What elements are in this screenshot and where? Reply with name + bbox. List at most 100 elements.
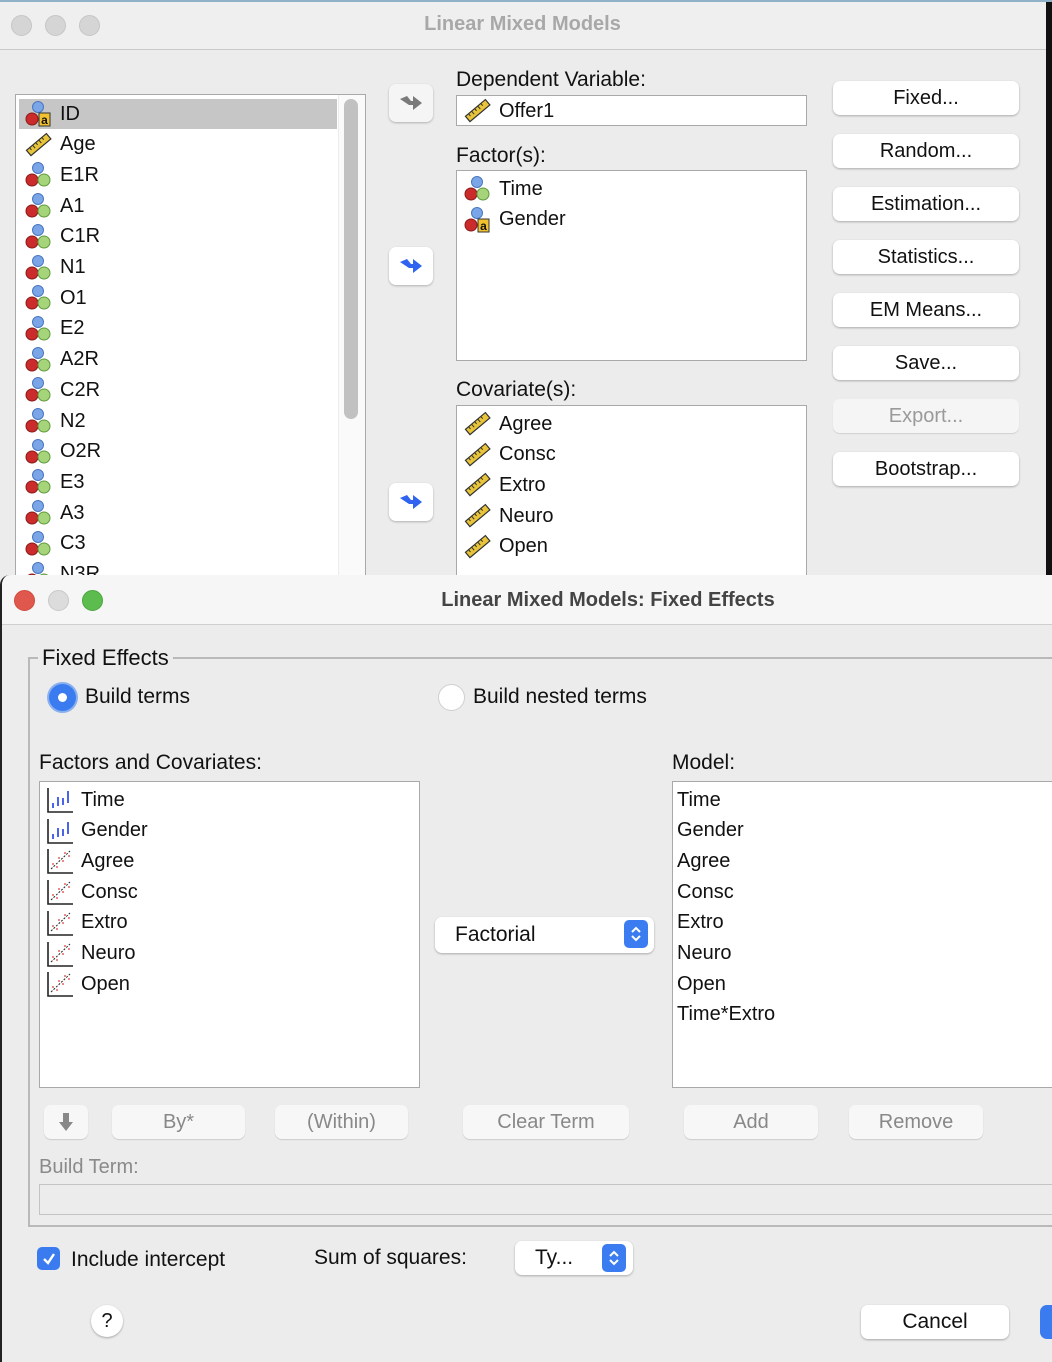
move-to-factors-button[interactable] bbox=[389, 247, 433, 285]
dependent-variable-field[interactable]: Offer1 bbox=[456, 95, 807, 126]
close-button[interactable] bbox=[14, 590, 35, 611]
scrollbar-thumb[interactable] bbox=[344, 99, 358, 419]
build-nested-terms-radio[interactable] bbox=[438, 684, 465, 711]
model-term-item[interactable]: Time bbox=[677, 785, 721, 815]
source-variable-list[interactable]: a ID Age E1R A1 C1R N1 O1 E2 A2R C2R N2 O2R E3 A3 C3 N3R bbox=[15, 94, 366, 594]
factors-covariates-item[interactable]: Agree bbox=[46, 846, 134, 876]
model-term-item[interactable]: Gender bbox=[677, 816, 744, 846]
fixed-effects-group-label: Fixed Effects bbox=[38, 645, 173, 671]
model-term-item[interactable]: Consc bbox=[677, 877, 734, 907]
include-intercept-checkbox[interactable] bbox=[37, 1247, 60, 1270]
factor-bars-icon bbox=[46, 817, 74, 845]
nominal-string-icon: a bbox=[463, 206, 493, 234]
variable-label: O2R bbox=[60, 440, 102, 463]
model-label: Model: bbox=[672, 751, 736, 774]
build-term-field[interactable] bbox=[39, 1184, 1052, 1215]
move-to-covariates-button[interactable] bbox=[389, 483, 433, 521]
factors-covariates-item[interactable]: Time bbox=[46, 785, 125, 815]
nominal-icon bbox=[24, 530, 54, 558]
select-stepper-icon bbox=[624, 920, 648, 948]
variable-label: E2 bbox=[60, 317, 85, 340]
variable-list-item[interactable]: C3 bbox=[19, 529, 337, 559]
variable-list-item[interactable]: N1 bbox=[19, 253, 337, 283]
model-term-item[interactable]: Neuro bbox=[677, 939, 731, 969]
factors-covariates-list[interactable]: Time Gender Agree Consc Extro Neuro Open bbox=[39, 781, 420, 1088]
nominal-icon bbox=[24, 284, 54, 312]
within-button[interactable]: (Within) bbox=[275, 1105, 408, 1139]
variable-list-item[interactable]: E3 bbox=[19, 467, 337, 497]
variable-list-item[interactable]: Age bbox=[19, 130, 337, 160]
model-term-item[interactable]: Time*Extro bbox=[677, 1000, 775, 1030]
variable-list-item[interactable]: E1R bbox=[19, 160, 337, 190]
term-label: Neuro bbox=[81, 942, 136, 964]
window-edge bbox=[1046, 2, 1052, 602]
cancel-button[interactable]: Cancel bbox=[861, 1305, 1009, 1339]
covariate-scatter-icon bbox=[46, 878, 74, 906]
covariate-item[interactable]: Consc bbox=[463, 440, 556, 470]
variable-list-item[interactable]: C1R bbox=[19, 222, 337, 252]
sum-of-squares-select[interactable]: Ty... bbox=[515, 1241, 633, 1275]
help-button[interactable]: ? bbox=[91, 1305, 123, 1337]
model-term-item[interactable]: Agree bbox=[677, 846, 730, 876]
factors-list[interactable]: Time a Gender bbox=[456, 170, 807, 361]
variable-list-item[interactable]: A1 bbox=[19, 191, 337, 221]
factors-covariates-item[interactable]: Gender bbox=[46, 816, 148, 846]
variable-label: Age bbox=[60, 133, 96, 156]
move-to-dependent-button[interactable] bbox=[389, 84, 433, 122]
model-term-item[interactable]: Extro bbox=[677, 908, 724, 938]
nominal-icon bbox=[24, 407, 54, 435]
scale-ruler-icon bbox=[463, 441, 493, 469]
factor-item[interactable]: Time bbox=[463, 174, 543, 204]
term-label: Gender bbox=[81, 819, 148, 842]
nominal-icon bbox=[24, 254, 54, 282]
nominal-icon bbox=[24, 315, 54, 343]
svg-text:a: a bbox=[480, 219, 487, 233]
export-button[interactable]: Export... bbox=[833, 399, 1019, 433]
save-button[interactable]: Save... bbox=[833, 346, 1019, 380]
variable-label: A2R bbox=[60, 348, 99, 371]
em-means-button[interactable]: EM Means... bbox=[833, 293, 1019, 327]
statistics-button[interactable]: Statistics... bbox=[833, 240, 1019, 274]
estimation-button[interactable]: Estimation... bbox=[833, 187, 1019, 221]
term-label: Time bbox=[81, 788, 125, 811]
covariate-item[interactable]: Extro bbox=[463, 470, 546, 500]
variable-label: Time bbox=[499, 177, 543, 200]
nominal-icon bbox=[24, 438, 54, 466]
fixed-button[interactable]: Fixed... bbox=[833, 81, 1019, 115]
covariates-label: Covariate(s): bbox=[456, 378, 577, 401]
factors-covariates-item[interactable]: Extro bbox=[46, 908, 128, 938]
factors-covariates-item[interactable]: Open bbox=[46, 969, 130, 999]
move-down-button[interactable] bbox=[44, 1105, 88, 1139]
variable-list-item[interactable]: A3 bbox=[19, 498, 337, 528]
term-type-select[interactable]: Factorial bbox=[435, 917, 654, 953]
variable-list-item[interactable]: A2R bbox=[19, 345, 337, 375]
dependent-variable-item[interactable]: Offer1 bbox=[463, 96, 554, 125]
minimize-button[interactable] bbox=[48, 590, 69, 611]
variable-list-item[interactable]: O1 bbox=[19, 283, 337, 313]
variable-list-item[interactable]: E2 bbox=[19, 314, 337, 344]
clear-term-button[interactable]: Clear Term bbox=[463, 1105, 629, 1139]
variable-list-item[interactable]: a ID bbox=[19, 99, 337, 129]
variable-list-item[interactable]: N2 bbox=[19, 406, 337, 436]
continue-button[interactable] bbox=[1040, 1305, 1052, 1339]
build-terms-radio[interactable] bbox=[49, 684, 76, 711]
remove-button[interactable]: Remove bbox=[849, 1105, 983, 1139]
covariate-item[interactable]: Agree bbox=[463, 409, 552, 439]
term-label: Extro bbox=[81, 911, 128, 934]
zoom-button[interactable] bbox=[82, 590, 103, 611]
variable-list-item[interactable]: C2R bbox=[19, 375, 337, 405]
term-label: Open bbox=[81, 972, 130, 995]
by-button[interactable]: By* bbox=[112, 1105, 245, 1139]
dependent-variable-label: Dependent Variable: bbox=[456, 68, 646, 91]
bootstrap-button[interactable]: Bootstrap... bbox=[833, 452, 1019, 486]
variable-list-item[interactable]: O2R bbox=[19, 437, 337, 467]
covariate-item[interactable]: Neuro bbox=[463, 501, 553, 531]
random-button[interactable]: Random... bbox=[833, 134, 1019, 168]
model-term-item[interactable]: Open bbox=[677, 969, 726, 999]
add-button[interactable]: Add bbox=[684, 1105, 818, 1139]
factors-covariates-item[interactable]: Consc bbox=[46, 877, 138, 907]
factors-covariates-item[interactable]: Neuro bbox=[46, 939, 135, 969]
covariate-item[interactable]: Open bbox=[463, 532, 548, 562]
factor-item[interactable]: a Gender bbox=[463, 205, 566, 235]
model-list[interactable]: Time Gender Agree Consc Extro Neuro Open Time*E… bbox=[672, 781, 1052, 1088]
